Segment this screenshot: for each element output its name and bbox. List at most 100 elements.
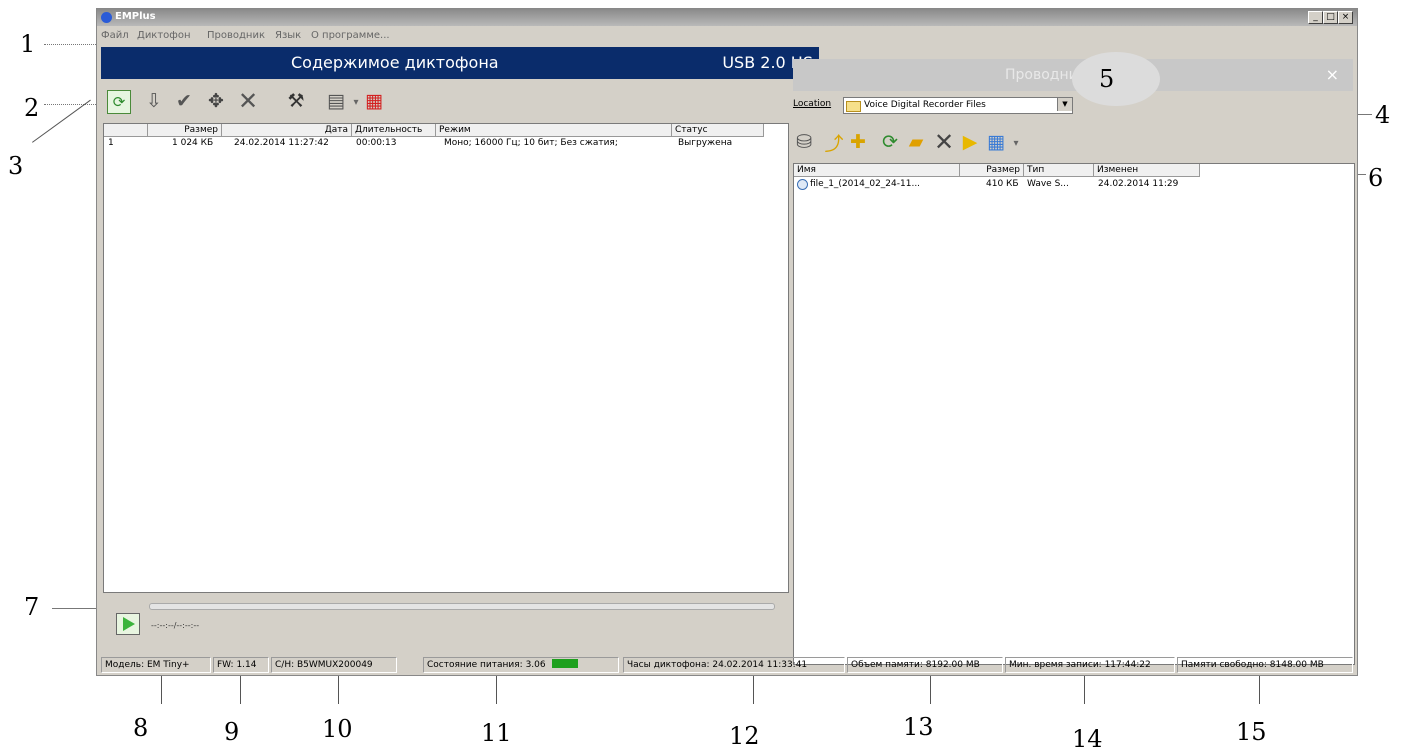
settings-icon[interactable]: ⚒ bbox=[285, 90, 307, 112]
leader-line bbox=[32, 99, 91, 143]
play-button[interactable] bbox=[116, 613, 140, 635]
explorer-close-icon[interactable]: × bbox=[1326, 65, 1339, 84]
open-folder-icon[interactable]: ▰ bbox=[905, 131, 927, 153]
view-icon[interactable]: ▦ bbox=[985, 131, 1007, 153]
move-icon[interactable]: ✥ bbox=[205, 90, 227, 112]
cell-size: 1 024 КБ bbox=[172, 138, 214, 148]
leader-line bbox=[44, 104, 96, 105]
status-model: Модель: EM Tiny+ bbox=[101, 657, 211, 673]
window-title: EMPlus bbox=[115, 11, 156, 22]
status-power-label: Состояние питания: 3.06 bbox=[427, 660, 546, 670]
status-power: Состояние питания: 3.06 bbox=[423, 657, 619, 673]
menu-recorder[interactable]: Диктофон bbox=[137, 30, 191, 41]
leader-line bbox=[930, 676, 931, 704]
callout-7: 7 bbox=[24, 593, 40, 621]
cell-type: Wave S... bbox=[1027, 179, 1069, 189]
cell-size: 410 КБ bbox=[986, 179, 1019, 189]
callout-4: 4 bbox=[1375, 101, 1391, 129]
callout-10: 10 bbox=[322, 715, 353, 743]
status-memory: Объем памяти: 8192.00 MB bbox=[847, 657, 1003, 673]
column-header-status[interactable]: Статус bbox=[672, 124, 764, 137]
menu-file[interactable]: Файл bbox=[101, 30, 129, 41]
cell-name: file_1_(2014_02_24-11... bbox=[810, 179, 921, 189]
app-icon bbox=[101, 12, 112, 23]
new-folder-icon[interactable]: ✚ bbox=[847, 131, 869, 153]
chevron-down-icon[interactable]: ▼ bbox=[1057, 98, 1072, 111]
callout-15: 15 bbox=[1236, 718, 1267, 746]
minimize-button[interactable]: _ bbox=[1308, 11, 1323, 24]
cell-date: 24.02.2014 11:27:42 bbox=[234, 138, 329, 148]
maximize-button[interactable]: □ bbox=[1323, 11, 1338, 24]
leader-line bbox=[753, 676, 754, 704]
close-button[interactable]: × bbox=[1338, 11, 1353, 24]
refresh-icon[interactable]: ⟳ bbox=[107, 90, 131, 114]
table-row[interactable]: 1 1 024 КБ 24.02.2014 11:27:42 00:00:13 … bbox=[104, 137, 788, 149]
column-header-modified[interactable]: Изменен bbox=[1094, 164, 1200, 177]
title-bar[interactable]: EMPlus _ □ × bbox=[97, 9, 1357, 26]
column-header-mode[interactable]: Режим bbox=[436, 124, 672, 137]
delete-icon[interactable]: ✕ bbox=[237, 87, 259, 115]
table-row[interactable]: file_1_(2014_02_24-11... 410 КБ Wave S..… bbox=[794, 178, 1352, 191]
cell-mode: Моно; 16000 Гц; 10 бит; Без сжатия; bbox=[444, 138, 618, 148]
leader-line bbox=[338, 676, 339, 704]
column-header-type[interactable]: Тип bbox=[1024, 164, 1094, 177]
recorder-toolbar: ⟳ ⇩ ✔ ✥ ✕ ⚒ ▤ ▾ ▦ bbox=[101, 81, 819, 121]
menu-about[interactable]: О программе... bbox=[311, 30, 390, 41]
player-panel: --:--:--/--:--:-- bbox=[103, 595, 787, 649]
playback-time: --:--:--/--:--:-- bbox=[151, 621, 200, 630]
leader-line bbox=[44, 44, 96, 45]
callout-1: 1 bbox=[20, 30, 36, 58]
network-icon[interactable]: ⛁ bbox=[793, 131, 815, 153]
highlight-circle bbox=[1072, 52, 1160, 106]
app-window: EMPlus _ □ × Файл Диктофон Проводник Язы… bbox=[96, 8, 1358, 676]
callout-14: 14 bbox=[1072, 725, 1103, 753]
folder-icon[interactable]: ▶ bbox=[959, 131, 981, 153]
callout-3: 3 bbox=[8, 152, 24, 180]
dropdown-arrow-icon[interactable]: ▾ bbox=[1005, 132, 1027, 154]
callout-9: 9 bbox=[224, 718, 240, 746]
cell-modified: 24.02.2014 11:29 bbox=[1098, 179, 1179, 189]
up-folder-icon[interactable]: ⤴ bbox=[823, 131, 845, 155]
status-bar: Модель: EM Tiny+ FW: 1.14 С/Н: B5WMUX200… bbox=[97, 655, 1357, 675]
status-clock: Часы диктофона: 24.02.2014 11:33:41 bbox=[623, 657, 845, 673]
location-value: Voice Digital Recorder Files bbox=[864, 100, 986, 110]
callout-2: 2 bbox=[24, 94, 40, 122]
export-icon[interactable]: ▦ bbox=[363, 90, 385, 112]
leader-line bbox=[161, 676, 162, 704]
callout-5-top: 5 bbox=[1099, 65, 1115, 93]
leader-line bbox=[1084, 676, 1085, 704]
explorer-toolbar: ⛁ ⤴ ✚ ⟳ ▰ ✕ ▶ ▦ ▾ bbox=[793, 127, 1093, 157]
callout-6: 6 bbox=[1368, 164, 1384, 192]
callout-11: 11 bbox=[481, 719, 512, 747]
refresh-icon[interactable]: ⟳ bbox=[879, 131, 901, 153]
cell-index: 1 bbox=[108, 138, 114, 148]
callout-12: 12 bbox=[729, 722, 760, 750]
leader-line bbox=[1259, 676, 1260, 704]
recorder-contents-header: Содержимое диктофона USB 2.0 HS bbox=[101, 47, 819, 79]
column-header-date[interactable]: Дата bbox=[222, 124, 352, 137]
location-label: Location bbox=[793, 99, 832, 109]
menu-explorer[interactable]: Проводник bbox=[207, 30, 265, 41]
download-icon[interactable]: ⇩ bbox=[143, 90, 165, 112]
column-header-duration[interactable]: Длительность bbox=[352, 124, 436, 137]
column-header-size[interactable]: Размер bbox=[148, 124, 222, 137]
play-icon bbox=[123, 617, 135, 631]
folder-icon bbox=[846, 101, 861, 112]
seek-bar[interactable] bbox=[149, 603, 775, 610]
download-check-icon[interactable]: ✔ bbox=[173, 90, 195, 112]
recorder-file-list[interactable]: Размер Дата Длительность Режим Статус 1 … bbox=[103, 123, 789, 593]
menu-language[interactable]: Язык bbox=[275, 30, 301, 41]
status-firmware: FW: 1.14 bbox=[213, 657, 269, 673]
column-header-name[interactable]: Имя bbox=[794, 164, 960, 177]
location-select[interactable]: Voice Digital Recorder Files ▼ bbox=[843, 97, 1073, 114]
callout-8: 8 bbox=[133, 714, 149, 742]
column-header-size[interactable]: Размер bbox=[960, 164, 1024, 177]
status-record-time: Мин. время записи: 117:44:22 bbox=[1005, 657, 1175, 673]
delete-icon[interactable]: ✕ bbox=[933, 128, 955, 156]
cell-status: Выгружена bbox=[678, 138, 733, 148]
format-icon[interactable]: ▤ bbox=[325, 90, 347, 112]
explorer-file-list[interactable]: Имя Размер Тип Изменен file_1_(2014_02_2… bbox=[793, 163, 1355, 665]
menu-bar: Файл Диктофон Проводник Язык О программе… bbox=[97, 26, 1357, 44]
status-free: Памяти свободно: 8148.00 MB bbox=[1177, 657, 1353, 673]
column-header-index[interactable] bbox=[104, 124, 148, 137]
